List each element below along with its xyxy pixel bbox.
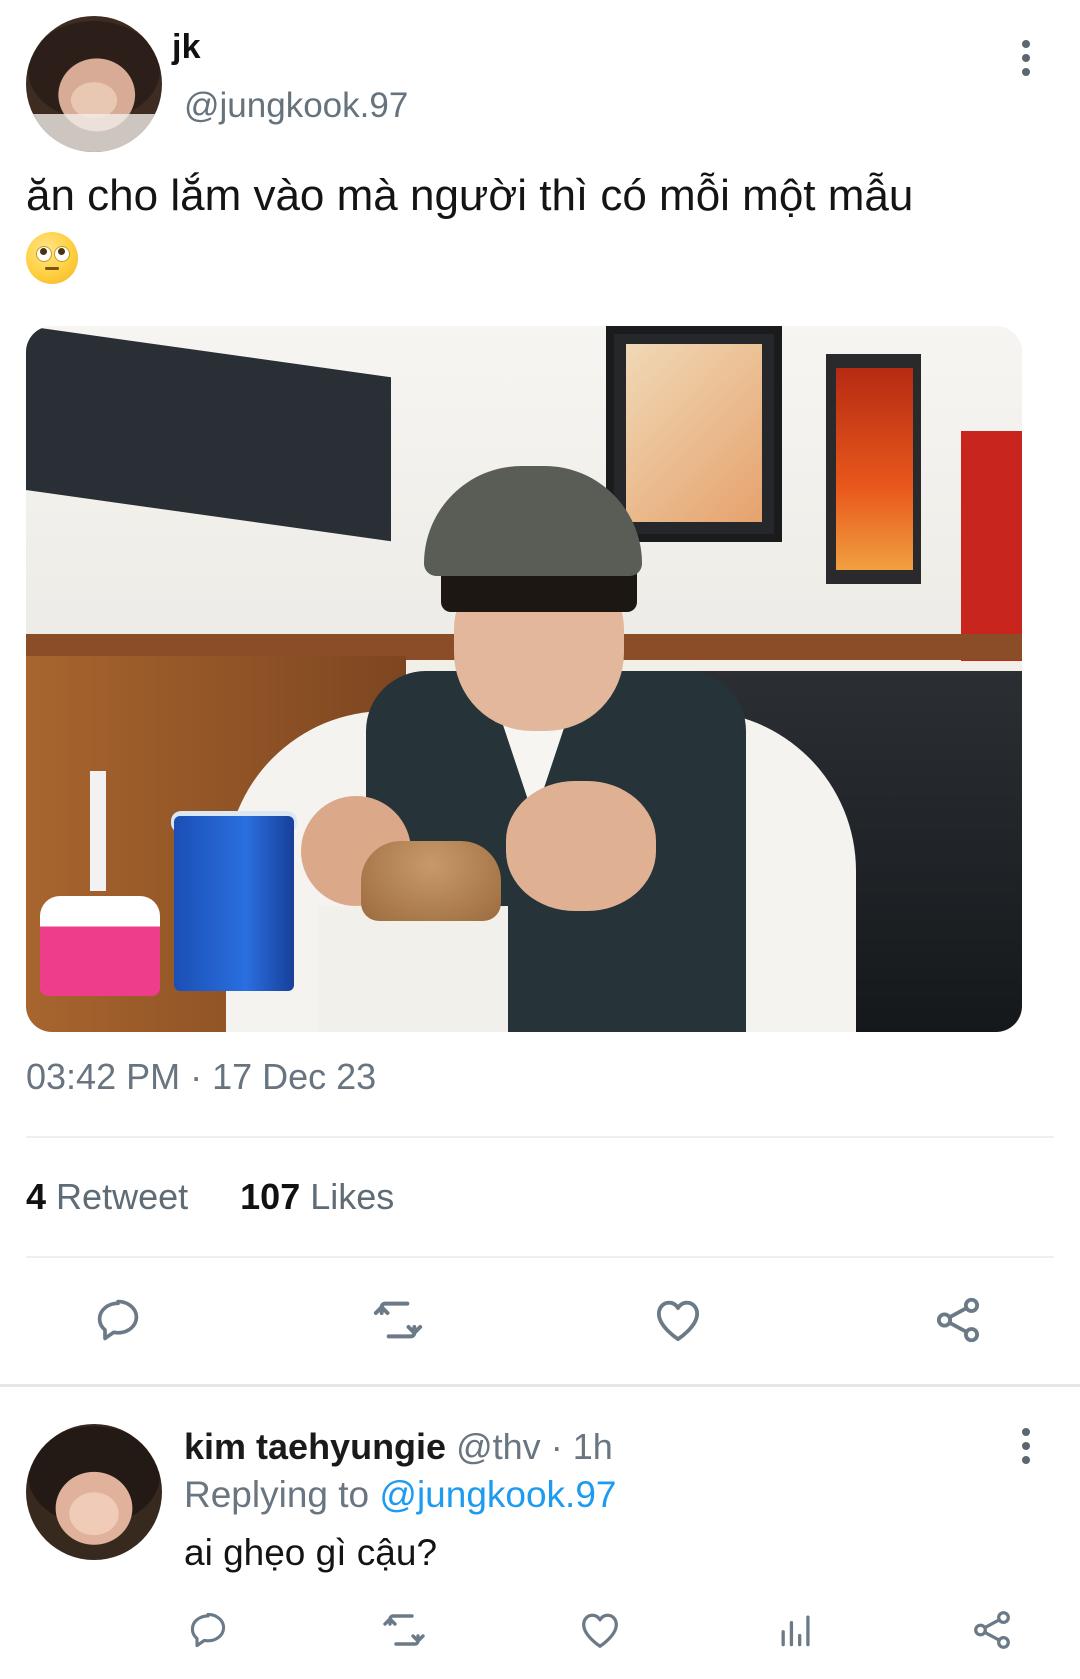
- more-vertical-icon: [1022, 1428, 1030, 1436]
- like-button[interactable]: [646, 1288, 710, 1352]
- replying-to-link[interactable]: @jungkook.97: [379, 1474, 616, 1515]
- author-avatar[interactable]: [26, 16, 162, 152]
- reply-author-name[interactable]: kim taehyungie: [184, 1426, 446, 1467]
- reply-share-button[interactable]: [964, 1602, 1020, 1658]
- tweet-text-body: ăn cho lắm vào mà người thì có mỗi một m…: [26, 171, 914, 220]
- share-icon: [974, 1611, 1010, 1649]
- tweet-stats: 4 Retweet 107 Likes: [26, 1176, 394, 1218]
- section-divider: [0, 1384, 1080, 1387]
- likes-count-link[interactable]: 107 Likes: [240, 1176, 394, 1217]
- reply-more-options-button[interactable]: [1006, 1416, 1046, 1476]
- tweet-media-image[interactable]: [26, 326, 1022, 1032]
- retweet-button[interactable]: [366, 1288, 430, 1352]
- reply-action-bar: [180, 1602, 1040, 1662]
- divider: [26, 1256, 1054, 1258]
- like-icon: [656, 1300, 700, 1342]
- like-icon: [582, 1613, 618, 1648]
- more-vertical-icon: [1022, 40, 1030, 48]
- retweet-icon: [373, 1301, 423, 1339]
- tweet-text: ăn cho lắm vào mà người thì có mỗi một m…: [26, 166, 1076, 286]
- reply-analytics-button[interactable]: [768, 1602, 824, 1658]
- share-button[interactable]: [926, 1288, 990, 1352]
- more-options-button[interactable]: [1006, 28, 1046, 88]
- reply-button[interactable]: [86, 1288, 150, 1352]
- divider: [26, 1136, 1054, 1138]
- retweet-icon: [383, 1614, 425, 1646]
- reply-text: ai ghẹo gì cậu?: [184, 1532, 438, 1573]
- author-handle[interactable]: @jungkook.97: [184, 86, 408, 126]
- replying-to-line: Replying to @jungkook.97: [184, 1474, 617, 1516]
- reply-time: 1h: [572, 1426, 613, 1467]
- analytics-icon: [781, 1615, 810, 1647]
- reply-retweet-button[interactable]: [376, 1602, 432, 1658]
- share-icon: [936, 1297, 980, 1343]
- reply-dot-separator: ·: [550, 1426, 563, 1467]
- retweet-count-link[interactable]: 4 Retweet: [26, 1176, 188, 1217]
- reply-reply-button[interactable]: [180, 1602, 236, 1658]
- reply-author-handle[interactable]: @thv: [456, 1426, 541, 1467]
- author-name[interactable]: jk: [172, 28, 201, 67]
- reply-like-button[interactable]: [572, 1602, 628, 1658]
- tweet-action-bar: [66, 1288, 1026, 1358]
- reply-icon: [190, 1612, 226, 1648]
- reply-icon: [97, 1299, 139, 1341]
- reply-author-avatar[interactable]: [26, 1424, 162, 1560]
- reply-header: kim taehyungie @thv · 1h: [184, 1426, 613, 1468]
- tweet-timestamp: 03:42 PM · 17 Dec 23: [26, 1056, 377, 1097]
- replying-to-label: Replying to: [184, 1474, 370, 1515]
- eye-roll-emoji: [26, 232, 78, 285]
